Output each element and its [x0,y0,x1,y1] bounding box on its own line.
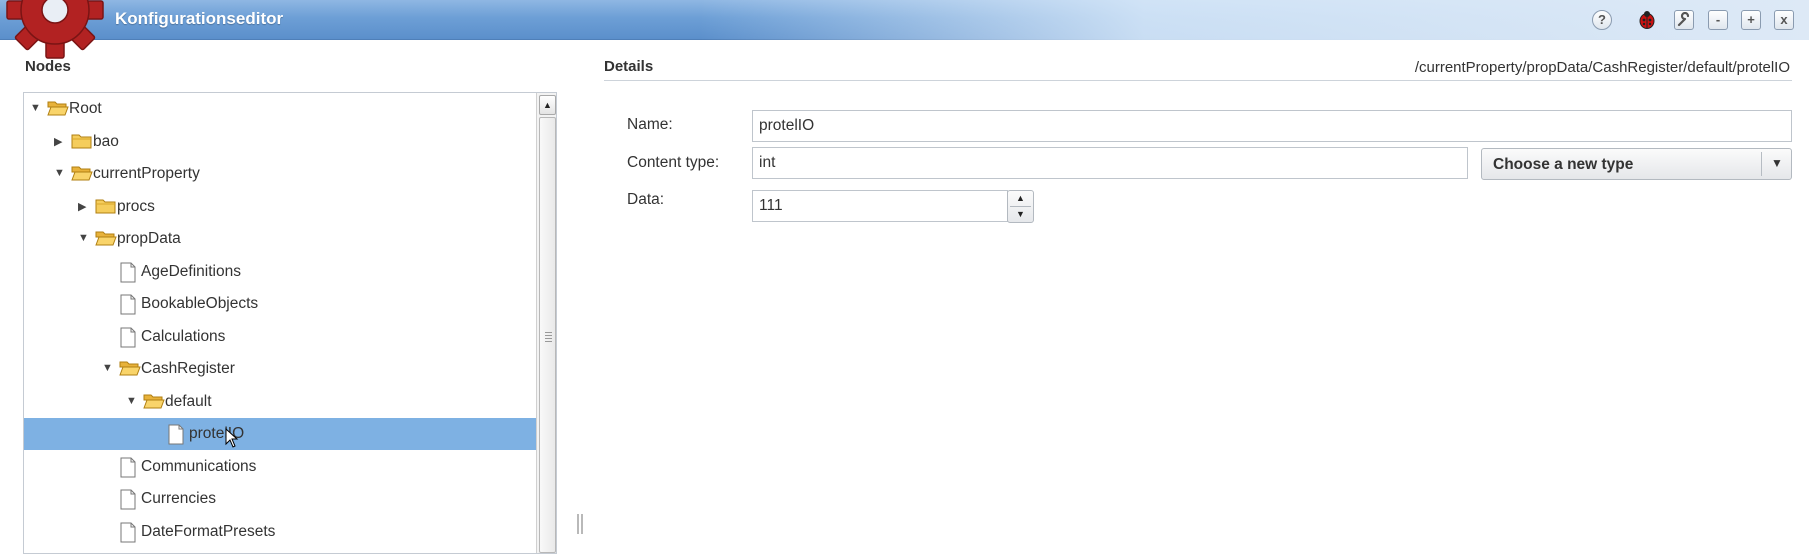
tree-node-label: Calculations [141,327,226,345]
folder-open-icon [143,392,165,415]
content-type-field[interactable] [752,147,1468,179]
folder-open-icon [71,164,93,187]
expanded-arrow-icon[interactable]: ▼ [30,102,41,114]
mouse-cursor-icon [225,427,239,453]
tree-scrollbar[interactable]: ▲ [536,93,556,553]
tree-node-procs[interactable]: ▶ procs [24,191,536,223]
scroll-thumb[interactable] [539,117,556,553]
tree-node-dateformatpresets[interactable]: DateFormatPresets [24,516,536,548]
folder-icon [71,132,93,155]
tree-node-communications[interactable]: Communications [24,451,536,483]
tree-node-currentproperty[interactable]: ▼ currentProperty [24,158,536,190]
folder-icon [95,197,117,220]
file-icon [119,489,137,515]
node-tree[interactable]: ▼ Root ▶ bao ▼ currentProperty ▶ procs ▼ propData… [23,92,557,554]
data-field[interactable] [752,190,1008,222]
tree-node-protelio[interactable]: protelIO [24,418,536,450]
nodes-header: Nodes [25,58,71,75]
tree-node-bao[interactable]: ▶ bao [24,126,536,158]
tree-node-propdata[interactable]: ▼ propData [24,223,536,255]
tree-node-label: procs [117,197,155,215]
file-icon [119,327,137,353]
content-type-label: Content type: [627,154,720,171]
tree-node-label: propData [117,230,181,247]
type-select[interactable]: Choose a new type ▼ [1481,148,1792,180]
tree-node-label: DateFormatPresets [141,522,276,540]
scroll-up-button[interactable]: ▲ [539,95,556,115]
folder-open-icon [47,99,69,122]
tree-node-default[interactable]: ▼ default [24,386,536,418]
tree-node-label: AgeDefinitions [141,262,241,280]
file-icon [119,262,137,288]
type-select-separator [1761,152,1762,176]
panel-splitter[interactable] [577,514,584,534]
tree-node-label: Currencies [141,490,216,507]
gear-logo-icon [6,0,104,59]
help-button[interactable]: ? [1592,10,1612,30]
chevron-down-icon: ▼ [1771,156,1783,170]
tree-node-currencies[interactable]: Currencies [24,483,536,515]
window-title: Konfigurationseditor [115,9,284,28]
question-icon: ? [1598,12,1606,27]
ladybug-icon [1639,11,1655,29]
tree-node-label: Root [69,100,102,117]
plus-icon: + [1747,12,1755,27]
expanded-arrow-icon[interactable]: ▼ [102,362,113,374]
tree-node-label: currentProperty [93,165,200,182]
file-icon [119,457,137,483]
tree-node-label: CashRegister [141,360,235,377]
file-icon [167,424,185,450]
tree-node-label: Communications [141,457,257,475]
type-select-value: Choose a new type [1493,156,1634,173]
stepper-down-icon[interactable]: ▼ [1008,207,1033,222]
wrench-icon [1677,11,1690,27]
tree-node-label: default [165,392,212,410]
file-icon [119,294,137,320]
expanded-arrow-icon[interactable]: ▼ [54,167,65,179]
tree-node-calculations[interactable]: Calculations [24,321,536,353]
tree-node-cashregister[interactable]: ▼ CashRegister [24,353,536,385]
stepper-up-icon[interactable]: ▲ [1008,191,1033,206]
node-path: /currentProperty/propData/CashRegister/d… [1414,59,1790,76]
settings-button[interactable] [1674,10,1694,30]
data-stepper[interactable]: ▲ ▼ [1007,190,1034,223]
tree-node-label: BookableObjects [141,295,259,312]
debug-button[interactable] [1637,10,1657,30]
minimize-button[interactable]: - [1708,10,1728,30]
data-label: Data: [627,191,665,208]
expanded-arrow-icon[interactable]: ▼ [126,395,137,407]
details-header: Details [604,58,654,75]
folder-open-icon [119,359,141,382]
name-label: Name: [627,116,673,133]
details-divider [604,80,1792,81]
collapsed-arrow-icon[interactable]: ▶ [54,135,62,148]
close-icon: x [1780,12,1788,27]
maximize-button[interactable]: + [1741,10,1761,30]
folder-open-icon [95,229,117,252]
expanded-arrow-icon[interactable]: ▼ [78,232,89,244]
tree-node-label: bao [93,132,119,150]
tree-node-bookableobjects[interactable]: BookableObjects [24,288,536,320]
minus-icon: - [1715,12,1721,27]
close-button[interactable]: x [1774,10,1794,30]
name-field[interactable] [752,110,1792,142]
file-icon [119,522,137,548]
collapsed-arrow-icon[interactable]: ▶ [78,200,86,213]
tree-node-root[interactable]: ▼ Root [24,93,536,125]
tree-node-agedefinitions[interactable]: AgeDefinitions [24,256,536,288]
